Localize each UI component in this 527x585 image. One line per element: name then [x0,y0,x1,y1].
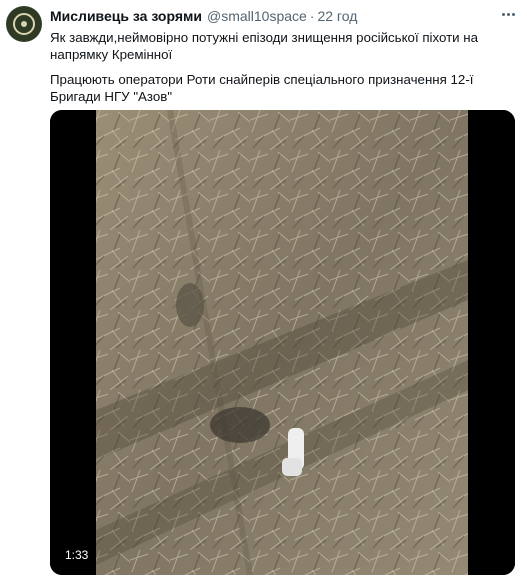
video-frame [50,110,515,575]
avatar-emblem-icon [13,13,35,35]
tweet-text-paragraph: Працюють оператори Роти снайперів спеціа… [50,72,474,104]
tweet-timestamp[interactable]: 22 год [317,8,357,24]
tweet-text: Як завжди,неймовірно потужні епізоди зни… [50,29,520,105]
more-options-icon[interactable] [499,6,517,22]
author-name[interactable]: Мисливець за зорями [50,8,202,24]
tweet-header: Мисливець за зорями @small10space · 22 г… [50,8,497,26]
tweet-card[interactable]: Мисливець за зорями @small10space · 22 г… [0,0,527,585]
header-separator: · [309,8,315,24]
video-duration-badge: 1:33 [61,546,93,564]
author-avatar[interactable] [6,6,42,42]
video-player[interactable] [50,110,515,575]
author-handle[interactable]: @small10space [207,8,307,24]
tweet-text-paragraph: Як завжди,неймовірно потужні епізоди зни… [50,30,479,62]
